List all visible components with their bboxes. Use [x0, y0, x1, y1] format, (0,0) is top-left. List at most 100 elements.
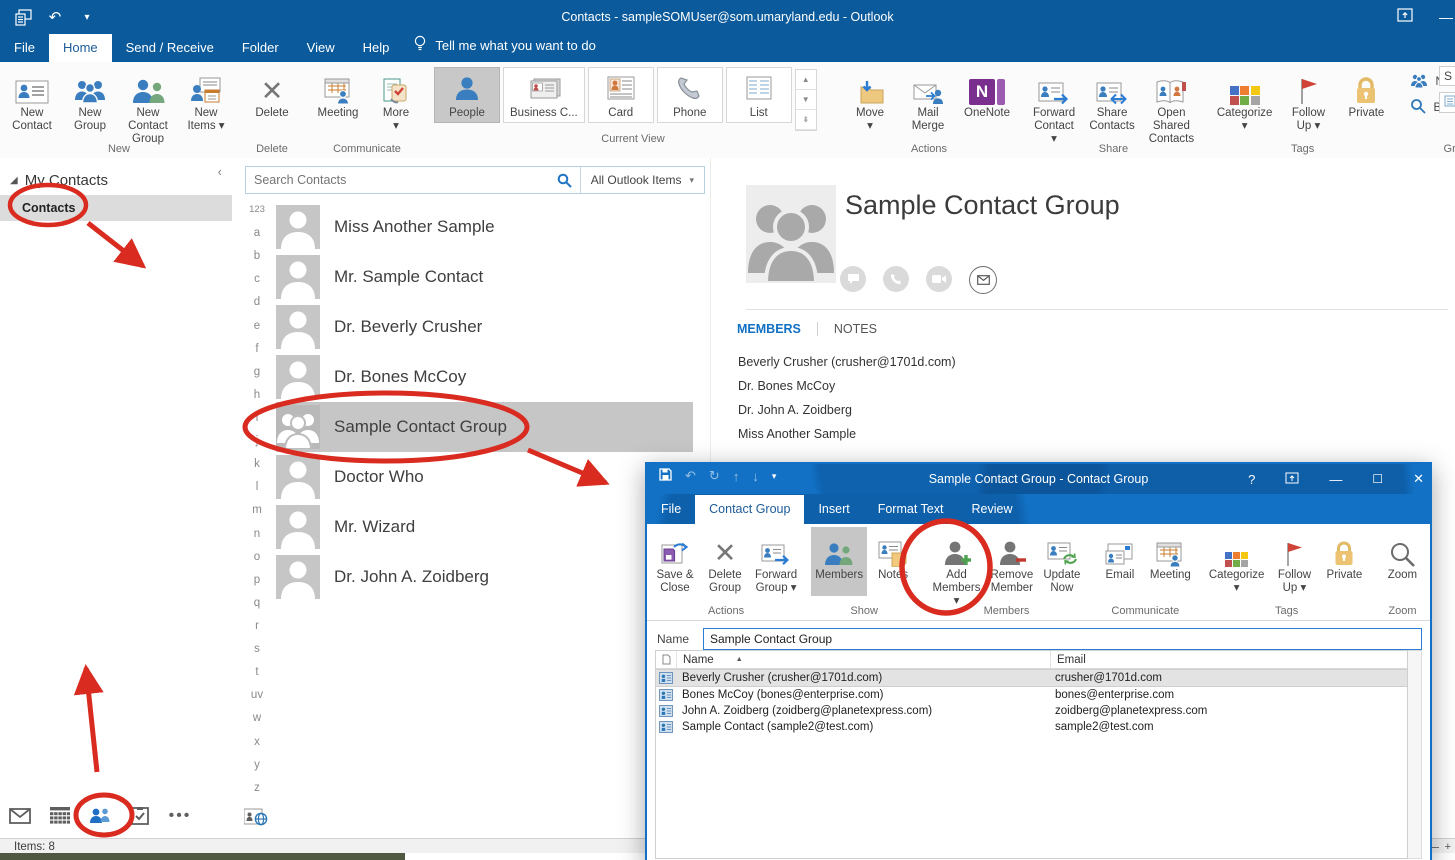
tell-me-box[interactable]: Tell me what you want to do [403, 35, 605, 62]
alphabet-index-o[interactable]: o [254, 551, 260, 563]
alphabet-index-e[interactable]: e [254, 320, 260, 332]
new-items-button[interactable]: New Items ▾ [178, 65, 234, 134]
view-people[interactable]: People [434, 67, 500, 123]
alphabet-index-m[interactable]: m [252, 504, 262, 516]
dialog-tab-review[interactable]: Review [957, 495, 1026, 524]
gallery-scroll-down[interactable]: ▼ [796, 90, 816, 110]
chat-icon[interactable] [840, 266, 866, 292]
my-contacts-header[interactable]: ◢ My Contacts [0, 158, 232, 195]
nav-people-icon[interactable] [80, 807, 120, 825]
customize-qat-icon[interactable]: ▾ [78, 8, 96, 26]
alphabet-index-t[interactable]: t [255, 666, 258, 678]
maximize-button[interactable]: ☐ [1372, 472, 1383, 486]
group-name-input[interactable] [703, 628, 1422, 650]
member-item[interactable]: Beverly Crusher (crusher@1701d.com) [738, 350, 956, 374]
alphabet-index-s[interactable]: s [254, 643, 260, 655]
members-show-button[interactable]: Members [811, 527, 867, 596]
nav-more-icon[interactable]: ••• [160, 807, 200, 825]
member-item[interactable]: Dr. Bones McCoy [738, 374, 956, 398]
ribbon-display-options-icon[interactable] [1285, 472, 1299, 487]
alphabet-index-a[interactable]: a [254, 227, 260, 239]
collapse-folder-pane-icon[interactable]: ‹ [218, 164, 222, 179]
private-button[interactable]: Private [1338, 65, 1394, 134]
member-table-row[interactable]: Sample Contact (sample2@test.com)sample2… [656, 719, 1407, 735]
close-button[interactable]: ✕ [1413, 471, 1424, 487]
alphabet-index-p[interactable]: p [254, 574, 260, 586]
alphabet-index-h[interactable]: h [254, 389, 260, 401]
search-icon[interactable] [550, 173, 580, 188]
alphabet-index-w[interactable]: w [253, 712, 261, 724]
contact-list-item[interactable]: Dr. Beverly Crusher [276, 302, 710, 352]
member-item[interactable]: Miss Another Sample [738, 422, 956, 446]
email-button[interactable]: Email [1096, 527, 1144, 596]
contact-list-item[interactable]: Sample Contact Group [276, 402, 693, 452]
contact-search-globe-icon[interactable] [244, 808, 268, 831]
alphabet-index-r[interactable]: r [255, 620, 259, 632]
more-button[interactable]: More ▾ [368, 65, 424, 134]
customize-qat-icon[interactable]: ▾ [772, 471, 777, 482]
categorize-button[interactable]: Categorize ▾ [1211, 65, 1279, 134]
alphabet-index-l[interactable]: l [256, 481, 259, 493]
alphabet-index-uv[interactable]: uv [251, 689, 263, 701]
delete-group-button[interactable]: ✕ Delete Group [701, 527, 749, 596]
member-table-row[interactable]: Bones McCoy (bones@enterprise.com)bones@… [656, 687, 1407, 703]
private-button-dialog[interactable]: Private [1320, 527, 1368, 596]
next-item-icon[interactable]: ↓ [752, 469, 759, 484]
forward-group-button[interactable]: Forward Group ▾ [751, 527, 801, 596]
name-column-header[interactable]: Name ▲ [677, 651, 1051, 668]
delete-button[interactable]: ✕ Delete [244, 65, 300, 134]
mail-merge-button[interactable]: Mail Merge [900, 65, 956, 134]
member-table-row[interactable]: Beverly Crusher (crusher@1701d.com)crush… [656, 669, 1407, 687]
redo-icon[interactable]: ↻ [709, 468, 720, 484]
member-table-row[interactable]: John A. Zoidberg (zoidberg@planetexpress… [656, 703, 1407, 719]
new-contact-group-button[interactable]: New Contact Group [120, 65, 176, 134]
onenote-button[interactable]: N OneNote [958, 65, 1016, 134]
alphabet-index-z[interactable]: z [254, 782, 260, 794]
zoom-button[interactable]: Zoom [1378, 527, 1426, 596]
help-icon[interactable]: ? [1248, 472, 1255, 487]
new-contact-button[interactable]: New Contact [4, 65, 60, 134]
new-group-button[interactable]: New Group [62, 65, 118, 134]
alphabet-index-n[interactable]: n [254, 528, 260, 540]
remove-member-button[interactable]: Remove Member [988, 527, 1036, 596]
address-book-partial-icon[interactable] [1439, 92, 1455, 113]
tab-home[interactable]: Home [49, 34, 112, 62]
update-now-button[interactable]: Update Now [1038, 527, 1086, 596]
alphabet-index-g[interactable]: g [254, 366, 260, 378]
ribbon-display-options-icon[interactable] [1397, 8, 1413, 27]
dialog-tab-insert[interactable]: Insert [804, 495, 863, 524]
tab-folder[interactable]: Folder [228, 34, 293, 62]
undo-icon[interactable]: ↶ [685, 468, 696, 484]
dialog-tab-format-text[interactable]: Format Text [864, 495, 958, 524]
search-scope-dropdown[interactable]: All Outlook Items ▾ [580, 167, 704, 193]
zoom-slider-partial[interactable]: + [1430, 841, 1451, 853]
email-column-header[interactable]: Email [1051, 654, 1407, 666]
view-list[interactable]: List [726, 67, 792, 123]
nav-tasks-icon[interactable] [120, 807, 160, 825]
alphabet-index-x[interactable]: x [254, 736, 260, 748]
alphabet-index-j[interactable]: j [256, 435, 259, 447]
email-icon[interactable] [969, 266, 997, 294]
view-card[interactable]: Card [588, 67, 654, 123]
tab-notes[interactable]: NOTES [828, 320, 883, 338]
qat-window-icon[interactable] [14, 8, 32, 26]
undo-icon[interactable]: ↶ [46, 8, 64, 26]
gallery-scroll-up[interactable]: ▲ [796, 70, 816, 90]
minimize-button[interactable]: — [1329, 472, 1342, 487]
notes-show-button[interactable]: Notes [869, 527, 917, 596]
alphabet-index-i[interactable]: i [256, 412, 259, 424]
move-button[interactable]: Move ▾ [842, 65, 898, 134]
dialog-tab-contact-group[interactable]: Contact Group [695, 495, 804, 524]
nav-calendar-icon[interactable] [40, 807, 80, 825]
tab-file[interactable]: File [0, 34, 49, 62]
alphabet-index-y[interactable]: y [254, 759, 260, 771]
alphabet-index-c[interactable]: c [254, 273, 260, 285]
view-business-card[interactable]: Business C... [503, 67, 585, 123]
contact-list-item[interactable]: Dr. Bones McCoy [276, 352, 710, 402]
alphabet-index-123[interactable]: 123 [249, 204, 265, 216]
sidebar-item-contacts[interactable]: Contacts [0, 195, 232, 221]
add-members-button[interactable]: Add Members ▾ [927, 527, 986, 596]
member-item[interactable]: Dr. John A. Zoidberg [738, 398, 956, 422]
alphabet-index-b[interactable]: b [254, 250, 260, 262]
open-shared-contacts-button[interactable]: Open Shared Contacts [1142, 65, 1201, 134]
